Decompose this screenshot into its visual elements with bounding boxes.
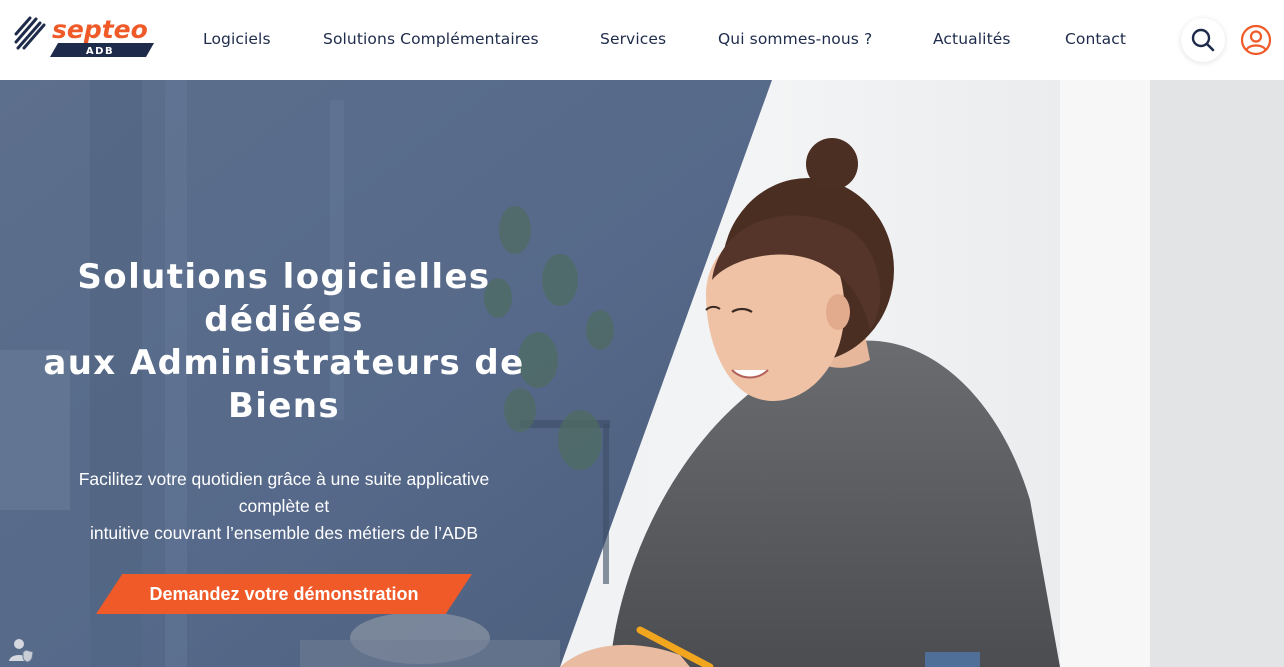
nav-item-services[interactable]: Services	[600, 30, 666, 48]
demo-request-button[interactable]: Demandez votre démonstration	[96, 574, 472, 614]
nav-item-solutions-complementaires[interactable]: Solutions Complémentaires	[323, 30, 539, 48]
septeo-adb-logo[interactable]: septeo ADB	[14, 14, 156, 60]
hero-banner: Solutions logicielles dédiées aux Admini…	[0, 80, 1284, 667]
nav-item-actualites[interactable]: Actualités	[933, 30, 1011, 48]
logo-wordmark: septeo	[52, 15, 148, 44]
cookie-settings-button[interactable]	[6, 635, 36, 665]
logo-subbrand: ADB	[86, 46, 114, 57]
hero-title-line: Solutions logicielles	[77, 257, 491, 297]
hero-subtitle-line: intuitive couvrant l’ensemble des métier…	[89, 523, 479, 543]
hero-title-line: dédiées	[204, 300, 364, 340]
hero-title: Solutions logicielles dédiées aux Admini…	[30, 256, 538, 428]
hero-subtitle: Facilitez votre quotidien grâce à une su…	[30, 466, 538, 547]
hero-text-block: Solutions logicielles dédiées aux Admini…	[30, 256, 538, 547]
hero-title-line: Biens	[227, 386, 341, 426]
site-header: septeo ADB Logiciels Solutions Complémen…	[0, 0, 1284, 80]
search-button[interactable]	[1181, 18, 1225, 62]
user-icon	[1240, 24, 1272, 56]
search-icon	[1191, 28, 1215, 52]
nav-item-contact[interactable]: Contact	[1065, 30, 1126, 48]
hero-title-line: aux Administrateurs de	[43, 343, 525, 383]
account-button[interactable]	[1234, 18, 1278, 62]
nav-item-logiciels[interactable]: Logiciels	[203, 30, 271, 48]
user-privacy-icon	[9, 639, 34, 663]
hero-subtitle-line: complète et	[238, 496, 330, 516]
nav-item-qui-sommes-nous[interactable]: Qui sommes-nous ?	[718, 30, 872, 48]
hero-subtitle-line: Facilitez votre quotidien grâce à une su…	[78, 469, 490, 489]
